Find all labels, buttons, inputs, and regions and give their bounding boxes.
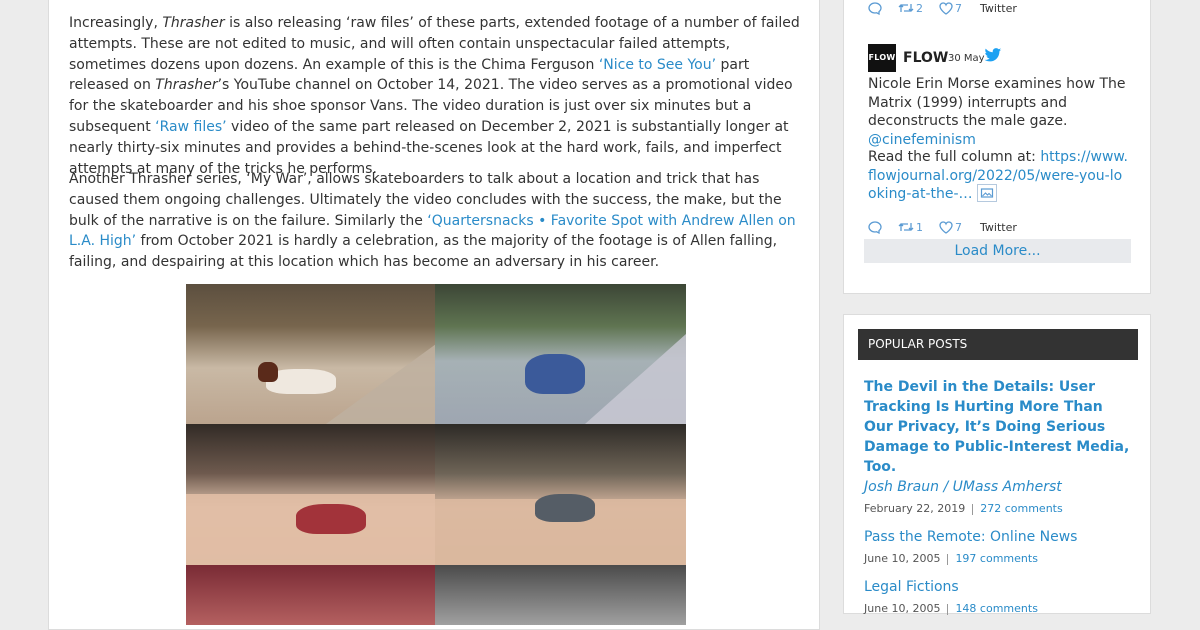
like-count: 7 — [955, 1, 962, 15]
meta-divider — [947, 553, 949, 565]
tweet-author-name[interactable]: FLOW — [903, 50, 948, 66]
popular-posts-list: The Devil in the Details: User Tracking … — [864, 377, 1134, 627]
popular-post-item: Pass the Remote: Online News June 10, 20… — [864, 527, 1134, 567]
like-count: 7 — [955, 220, 962, 234]
retweet-icon — [898, 4, 914, 12]
skateboard-fall-photo-grid — [186, 284, 686, 625]
tweet-text-span: Read the full column at: — [868, 149, 1041, 165]
tweet-actions: 2 7 Twitter — [868, 1, 1017, 15]
popular-post-author[interactable]: Josh Braun / UMass Amherst — [864, 477, 1134, 497]
popular-post-comments-link[interactable]: 272 comments — [980, 502, 1062, 515]
retweet-icon — [898, 223, 914, 231]
popular-post-date: June 10, 2005 — [864, 552, 941, 565]
skateboarder-fall-photo — [435, 284, 686, 424]
heart-icon — [939, 220, 953, 234]
article-paragraph: Another Thrasher series, ‘My War’, allow… — [69, 169, 809, 273]
load-more-button[interactable]: Load More... — [864, 239, 1131, 263]
raw-files-link[interactable]: ‘Raw files’ — [155, 119, 226, 135]
retweet-count: 1 — [916, 220, 923, 234]
popular-post-item: The Devil in the Details: User Tracking … — [864, 377, 1134, 517]
italic-thrasher: Thrasher — [162, 15, 225, 31]
meta-divider — [947, 603, 949, 615]
tweet-text-span: Nicole Erin Morse examines how The Matri… — [868, 76, 1126, 129]
retweet-button[interactable]: 1 — [898, 221, 923, 234]
popular-post-comments-link[interactable]: 148 comments — [955, 602, 1037, 615]
skater-figure — [525, 354, 585, 394]
article-card: Increasingly, Thrasher is also releasing… — [48, 0, 820, 630]
skateboarder-fall-photo — [186, 565, 435, 625]
ramp-shape — [326, 344, 435, 424]
popular-posts-widget: POPULAR POSTS The Devil in the Details: … — [843, 314, 1151, 615]
tweet-text: Nicole Erin Morse examines how The Matri… — [868, 75, 1130, 149]
twitter-bird-icon — [984, 48, 1002, 62]
nice-to-see-you-link[interactable]: ‘Nice to See You’ — [599, 57, 716, 73]
skater-figure — [535, 494, 595, 522]
text-span: from October 2021 is hardly a celebratio… — [69, 233, 778, 271]
popular-post-date: June 10, 2005 — [864, 602, 941, 615]
skateboarder-fall-photo — [186, 424, 435, 565]
skater-figure — [296, 504, 366, 534]
popular-post-meta: February 22, 2019 272 comments — [864, 501, 1134, 517]
reply-button[interactable] — [868, 1, 882, 15]
ramp-shape — [585, 334, 686, 424]
popular-post-date: February 22, 2019 — [864, 502, 966, 515]
text-span: Increasingly, — [69, 15, 163, 31]
skater-head — [258, 362, 278, 382]
tweet-actions: 1 7 Twitter — [868, 220, 1017, 234]
meta-divider — [972, 503, 974, 515]
popular-post-item: Legal Fictions June 10, 2005 148 comments — [864, 577, 1134, 617]
reply-button[interactable] — [868, 220, 882, 234]
twitter-source-link[interactable]: Twitter — [980, 221, 1017, 234]
popular-posts-heading: POPULAR POSTS — [858, 329, 1138, 360]
like-button[interactable]: 7 — [939, 221, 962, 234]
tweet-text: Read the full column at: https://www.flo… — [868, 148, 1130, 204]
popular-post-title[interactable]: Legal Fictions — [864, 577, 1134, 597]
like-button[interactable]: 7 — [939, 2, 962, 15]
reply-icon — [868, 220, 882, 234]
heart-icon — [939, 1, 953, 15]
popular-post-title[interactable]: The Devil in the Details: User Tracking … — [864, 377, 1134, 477]
popular-post-meta: June 10, 2005 148 comments — [864, 601, 1134, 617]
popular-post-title[interactable]: Pass the Remote: Online News — [864, 527, 1134, 547]
retweet-count: 2 — [916, 1, 923, 15]
reply-icon — [868, 1, 882, 15]
article-paragraph: Increasingly, Thrasher is also releasing… — [69, 13, 809, 179]
skateboarder-fall-photo — [435, 565, 686, 625]
retweet-button[interactable]: 2 — [898, 2, 923, 15]
italic-thrasher: Thrasher — [155, 77, 218, 94]
skateboarder-fall-photo — [186, 284, 435, 424]
flow-avatar[interactable]: FLOW — [868, 44, 896, 72]
tweet-date[interactable]: 30 May — [948, 53, 985, 64]
image-icon[interactable] — [976, 184, 997, 202]
twitter-source-link[interactable]: Twitter — [980, 2, 1017, 15]
twitter-feed-widget: 2 7 Twitter FLOW FLOW 30 May Nicole Erin… — [843, 0, 1151, 294]
popular-post-comments-link[interactable]: 197 comments — [955, 552, 1037, 565]
popular-post-meta: June 10, 2005 197 comments — [864, 551, 1134, 567]
skateboarder-fall-photo — [435, 424, 686, 565]
cinefeminism-mention-link[interactable]: @cinefeminism — [868, 132, 976, 148]
tweet-header: FLOW FLOW 30 May — [868, 44, 1138, 74]
